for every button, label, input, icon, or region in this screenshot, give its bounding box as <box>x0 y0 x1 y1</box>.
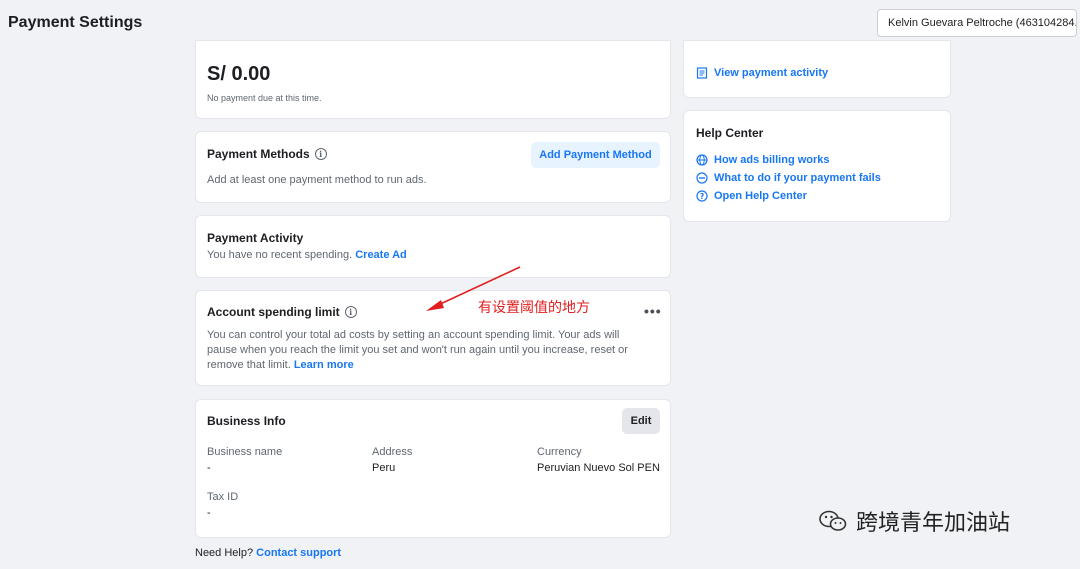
watermark: 跨境青年加油站 <box>818 505 1010 537</box>
watermark-text: 跨境青年加油站 <box>856 511 1011 536</box>
annotation-arrow <box>426 266 521 311</box>
wechat-icon <box>819 510 847 531</box>
annotation-label: 有设置阈值的地方 <box>478 300 590 316</box>
